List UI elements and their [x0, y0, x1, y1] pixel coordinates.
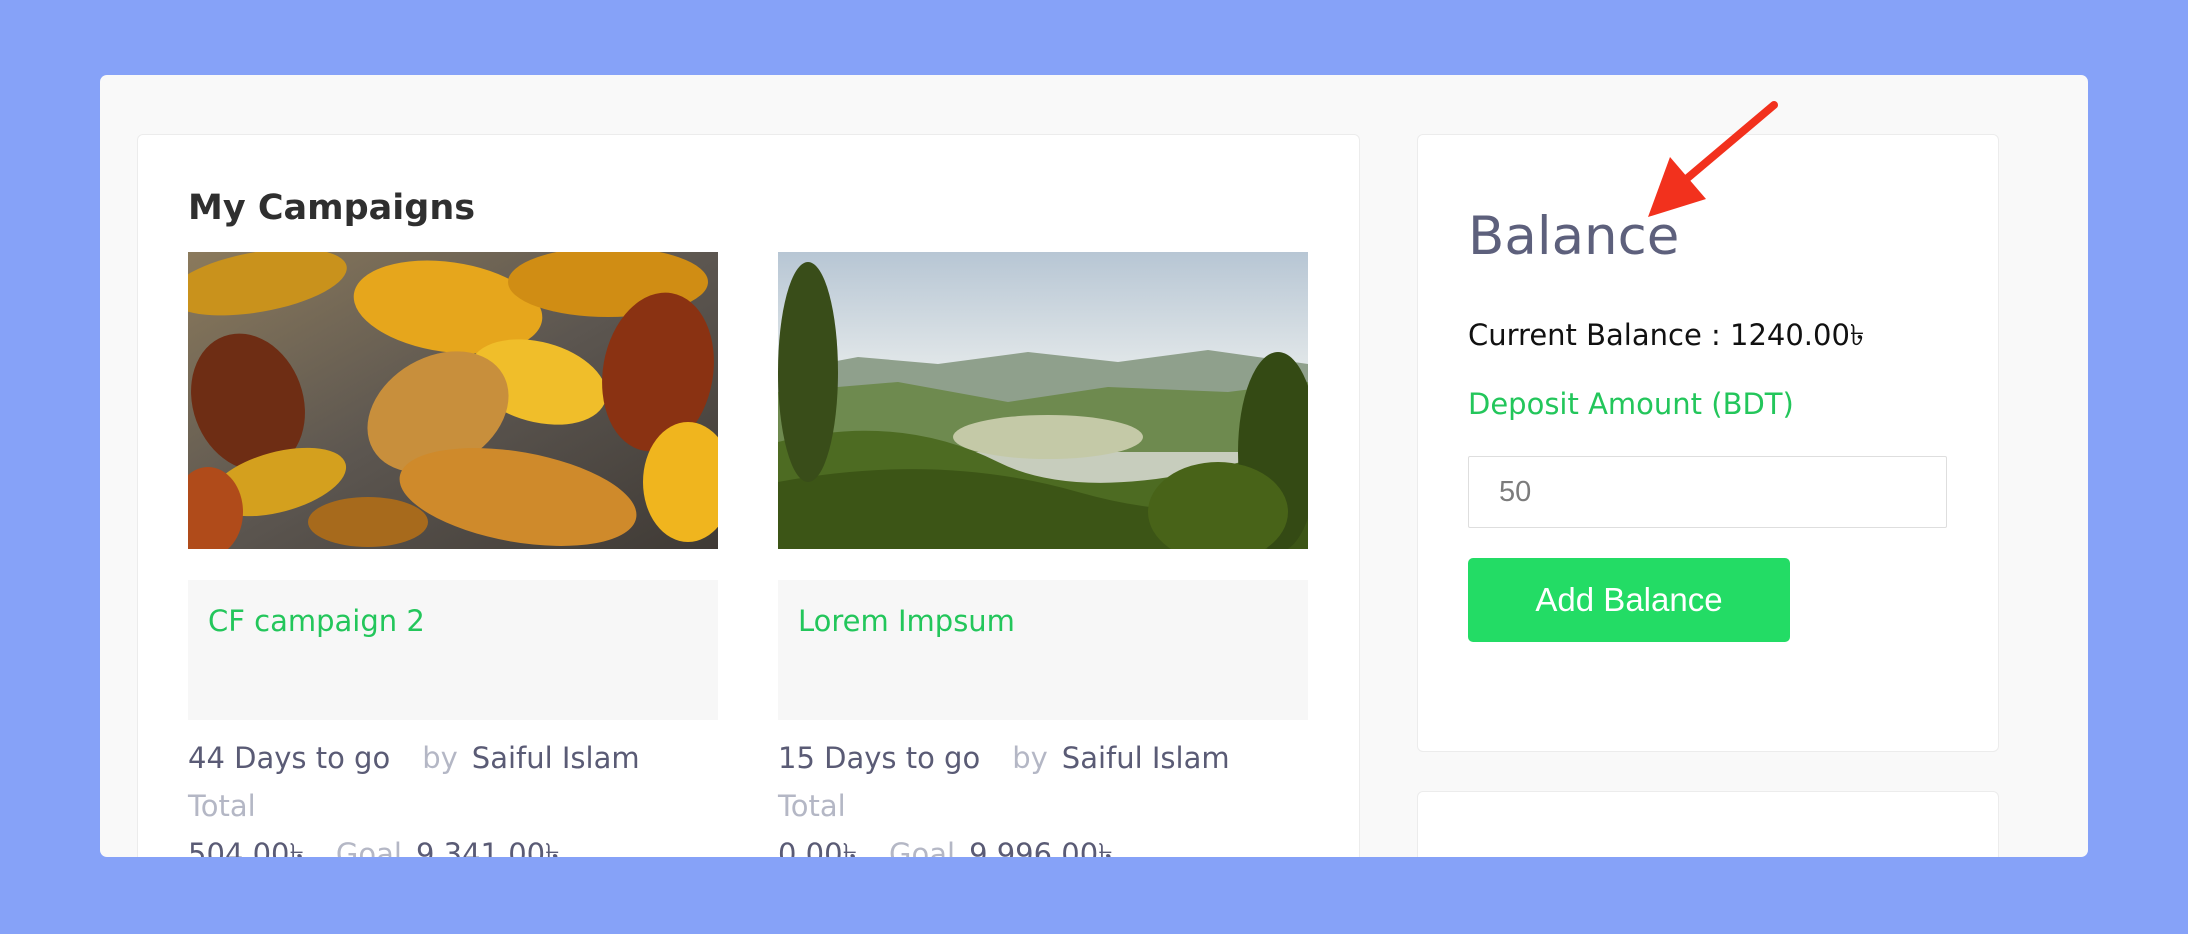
- campaigns-title: My Campaigns: [188, 188, 476, 228]
- campaign-goal: 9,996.00৳: [969, 837, 1113, 857]
- balance-title: Balance: [1468, 206, 1680, 267]
- days-to-go: 15 Days to go: [778, 741, 981, 775]
- deposit-amount-label: Deposit Amount (BDT): [1468, 387, 1794, 421]
- total-raised: 504.00৳: [188, 837, 304, 857]
- dashboard-panel: My Campaigns CF campaign 2 44 Days to go…: [100, 75, 2088, 857]
- campaign-card: Lorem Impsum 15 Days to go by Saiful Islam…: [778, 252, 1308, 857]
- total-label: Total: [778, 789, 846, 823]
- goal-label: Goal: [335, 837, 402, 857]
- campaign-thumbnail[interactable]: [188, 252, 718, 549]
- by-label: by: [1012, 741, 1048, 775]
- campaign-thumbnail[interactable]: [778, 252, 1308, 549]
- add-balance-button[interactable]: Add Balance: [1468, 558, 1790, 642]
- campaign-meta: 44 Days to go by Saiful Islam Total 504.00৳ G…: [188, 734, 728, 857]
- total-raised: 0.00৳: [778, 837, 858, 857]
- campaign-meta: 15 Days to go by Saiful Islam Total 0.00৳ Goa…: [778, 734, 1318, 857]
- by-label: by: [422, 741, 458, 775]
- campaign-title-link[interactable]: CF campaign 2: [208, 604, 425, 638]
- my-campaigns-card: My Campaigns CF campaign 2 44 Days to go…: [137, 134, 1360, 857]
- campaign-goal: 9,341.00৳: [415, 837, 560, 857]
- campaign-author: Saiful Islam: [1061, 741, 1230, 775]
- campaign-card: CF campaign 2 44 Days to go by Saiful Isla…: [188, 252, 718, 857]
- campaign-title-link[interactable]: Lorem Impsum: [798, 604, 1015, 638]
- balance-card: Balance Current Balance : 1240.00৳ Depos…: [1417, 134, 1999, 752]
- campaign-author: Saiful Islam: [471, 741, 640, 775]
- deposit-amount-input[interactable]: [1468, 456, 1947, 528]
- total-label: Total: [188, 789, 256, 823]
- secondary-card: [1417, 791, 1999, 857]
- campaign-body: Lorem Impsum: [778, 580, 1308, 720]
- goal-label: Goal: [889, 837, 956, 857]
- days-to-go: 44 Days to go: [188, 741, 391, 775]
- campaign-body: CF campaign 2: [188, 580, 718, 720]
- current-balance: Current Balance : 1240.00৳: [1468, 318, 1865, 352]
